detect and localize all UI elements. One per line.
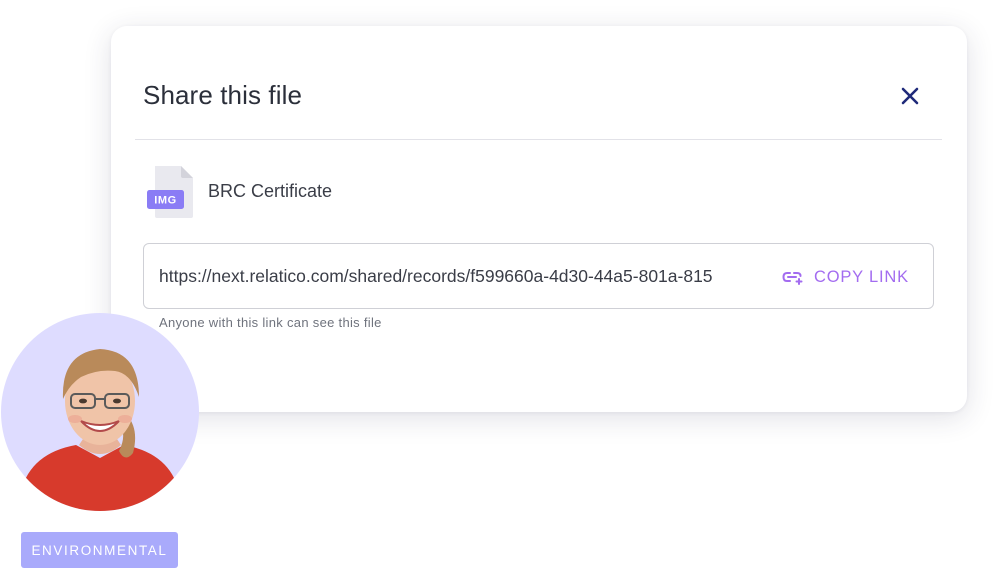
share-link-input[interactable] — [159, 262, 771, 290]
copy-link-label: COPY LINK — [814, 267, 909, 286]
divider — [135, 139, 942, 140]
share-dialog: Share this file IMG BRC Certificate http… — [111, 26, 967, 412]
close-icon — [901, 87, 919, 105]
avatar — [1, 313, 199, 511]
category-tag: ENVIRONMENTAL — [21, 532, 178, 568]
dialog-title: Share this file — [143, 80, 303, 110]
file-type-badge: IMG — [154, 195, 177, 207]
link-helper-text: Anyone with this link can see this file — [159, 315, 382, 330]
file-name: BRC Certificate — [208, 181, 333, 201]
share-link-field: COPY LINK — [143, 243, 934, 309]
copy-link-button[interactable]: COPY LINK — [782, 264, 909, 290]
link-add-icon — [782, 272, 803, 285]
file-icon: IMG — [147, 165, 195, 219]
close-button[interactable] — [897, 83, 923, 109]
stage: Share this file IMG BRC Certificate http… — [0, 0, 997, 568]
